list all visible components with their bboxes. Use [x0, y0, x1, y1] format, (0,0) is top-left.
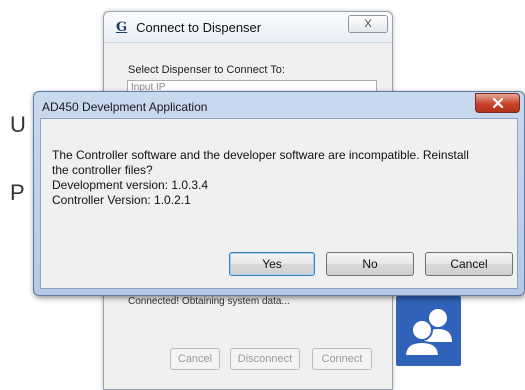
- background-text-u: U: [10, 112, 26, 137]
- dialog-title: AD450 Develpment Application: [42, 100, 208, 114]
- development-version-text: Development version: 1.0.3.4: [52, 178, 209, 192]
- no-button[interactable]: No: [326, 252, 414, 276]
- connect-window-title: Connect to Dispenser: [136, 19, 262, 35]
- incompatible-version-dialog: AD450 Develpment Application The Control…: [33, 91, 525, 296]
- message-line: The Controller software and the develope…: [52, 148, 469, 162]
- connect-window-close-button[interactable]: X: [348, 15, 388, 33]
- connect-window-titlebar: G Connect to Dispenser X: [104, 12, 392, 43]
- users-icon: [403, 309, 452, 357]
- cancel-button[interactable]: Cancel: [425, 252, 513, 276]
- close-icon: [492, 98, 503, 108]
- select-dispenser-label: Select Dispenser to Connect To:: [128, 64, 285, 76]
- connection-status-text: Connected! Obtaining system data...: [128, 296, 290, 307]
- disconnect-button[interactable]: Disconnect: [230, 348, 300, 370]
- connect-button[interactable]: Connect: [312, 348, 372, 370]
- dialog-close-button[interactable]: [475, 93, 520, 113]
- back-cancel-button[interactable]: Cancel: [170, 348, 220, 370]
- yes-button[interactable]: Yes: [229, 252, 315, 276]
- app-logo-icon: G: [116, 19, 128, 35]
- dialog-body: The Controller software and the develope…: [40, 118, 518, 289]
- background-text-p: P: [10, 180, 25, 205]
- users-tile[interactable]: [396, 296, 461, 366]
- dialog-message: The Controller software and the develope…: [52, 148, 507, 208]
- controller-version-text: Controller Version: 1.0.2.1: [52, 193, 191, 207]
- message-line: the controller files?: [52, 163, 153, 177]
